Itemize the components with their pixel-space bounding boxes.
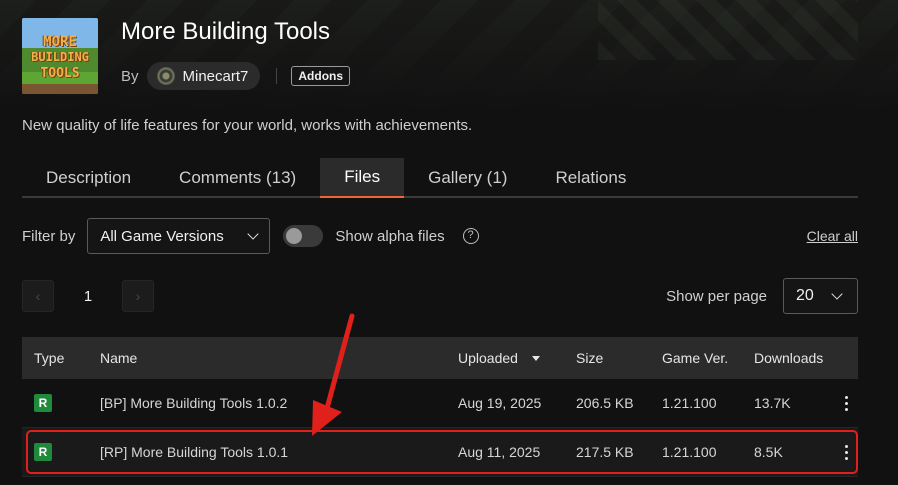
header-uploaded[interactable]: Uploaded [458,350,576,366]
next-page-button[interactable]: › [122,280,154,312]
tab-gallery[interactable]: Gallery (1) [404,158,531,198]
tab-relations[interactable]: Relations [531,158,650,198]
header-name: Name [100,350,138,366]
header-downloads: Downloads [754,350,824,366]
game-version-value: All Game Versions [100,227,224,245]
row-size: 217.5 KB [576,444,634,460]
divider [276,68,278,84]
chevron-down-icon [831,288,843,300]
release-badge: R [34,443,52,461]
row-name[interactable]: [BP] More Building Tools 1.0.2 [100,395,458,411]
project-title: More Building Tools [121,18,331,45]
chevron-left-icon: ‹ [35,288,41,304]
toggle-knob [286,228,303,244]
logo-word: TOOLS [40,66,80,81]
alpha-files-toggle[interactable] [283,225,324,247]
row-downloads: 13.7K [754,395,791,411]
project-tabs: Description Comments (13) Files Gallery … [22,158,858,198]
by-label: By [121,67,139,85]
row-uploaded: Aug 11, 2025 [458,444,541,460]
page-content: MORE BUILDING TOOLS More Building Tools … [0,0,898,485]
row-menu-button[interactable] [834,395,858,411]
chevron-right-icon: › [135,288,141,304]
author-name: Minecart7 [182,67,249,85]
header-size: Size [576,350,604,366]
kebab-icon [844,395,848,411]
row-game-ver: 1.21.100 [662,444,717,460]
byline: By Minecart7 Addons [121,62,351,90]
category-tag[interactable]: Addons [291,66,351,86]
current-page[interactable]: 1 [68,288,108,305]
project-logo: MORE BUILDING TOOLS [22,18,98,94]
kebab-icon [844,444,848,460]
per-page-value: 20 [796,287,814,304]
logo-word: BUILDING [31,50,89,64]
header-uploaded-label: Uploaded [458,350,518,366]
help-icon[interactable]: ? [462,228,479,244]
per-page-control: Show per page 20 [666,278,858,314]
chevron-down-icon [247,228,260,240]
release-badge: R [34,394,52,412]
filter-label: Filter by [22,227,76,245]
tab-description[interactable]: Description [22,158,155,198]
table-header: Type Name Uploaded Size Game Ver. Downlo… [22,337,858,379]
files-table: Type Name Uploaded Size Game Ver. Downlo… [22,337,858,477]
alpha-files-label: Show alpha files [335,227,445,245]
clear-all-link[interactable]: Clear all [807,228,858,244]
logo-dirt [22,84,98,94]
table-row[interactable]: R [RP] More Building Tools 1.0.1 Aug 11,… [22,428,858,477]
row-downloads: 8.5K [754,444,783,460]
tab-comments[interactable]: Comments (13) [155,158,320,198]
row-name[interactable]: [RP] More Building Tools 1.0.1 [100,444,458,460]
author-link[interactable]: Minecart7 [146,62,261,90]
tab-files[interactable]: Files [320,158,405,198]
row-uploaded: Aug 19, 2025 [458,395,542,411]
row-size: 206.5 KB [576,395,634,411]
logo-word: MORE [43,34,77,50]
project-summary: New quality of life features for your wo… [22,117,473,134]
sort-down-icon [531,355,540,361]
row-game-ver: 1.21.100 [662,395,717,411]
row-type: R [22,394,100,412]
per-page-select[interactable]: 20 [783,278,858,314]
prev-page-button[interactable]: ‹ [22,280,54,312]
pagination: ‹ 1 › [22,280,154,312]
row-menu-button[interactable] [834,444,858,460]
game-version-select[interactable]: All Game Versions [87,218,271,254]
header-type: Type [34,350,65,366]
header-game-ver: Game Ver. [662,350,729,366]
row-type: R [22,443,100,461]
filter-row: Filter by All Game Versions Show alpha f… [22,218,858,254]
per-page-label: Show per page [666,287,767,305]
author-avatar-icon [156,67,175,85]
table-row[interactable]: R [BP] More Building Tools 1.0.2 Aug 19,… [22,379,858,428]
